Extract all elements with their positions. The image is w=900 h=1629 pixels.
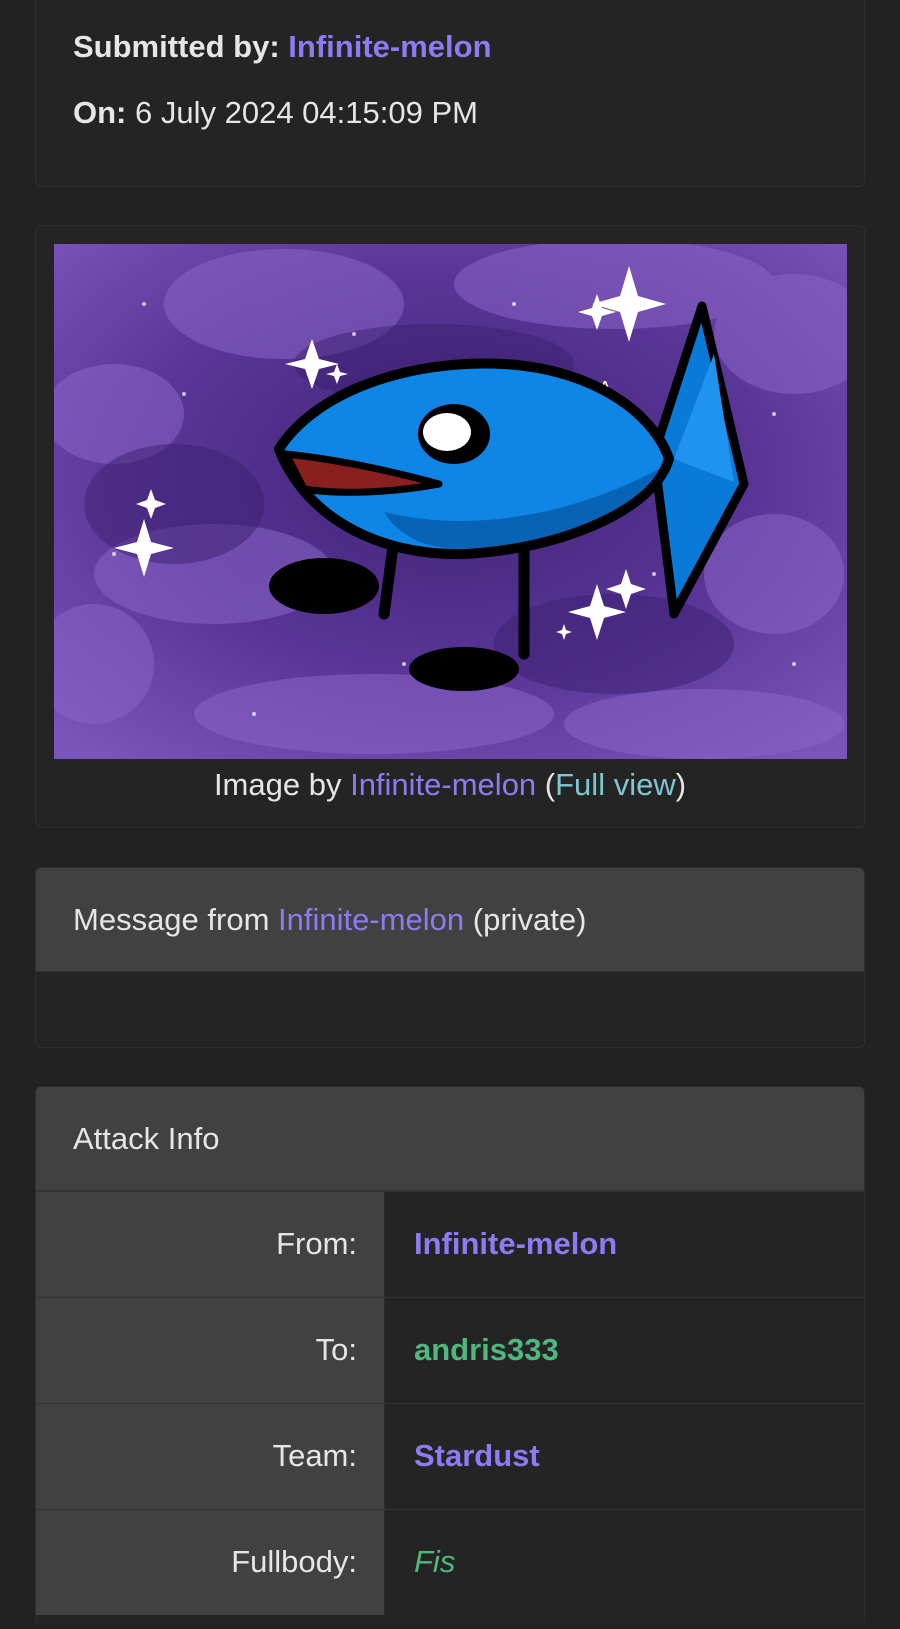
team-label: Team: (36, 1404, 385, 1509)
caption-user-link[interactable]: Infinite-melon (350, 767, 536, 802)
submitted-on-date: 6 July 2024 04:15:09 PM (135, 95, 478, 130)
submitted-on-line: On: 6 July 2024 04:15:09 PM (73, 95, 478, 131)
attack-info-header: Attack Info (36, 1087, 864, 1191)
caption-close-paren: ) (675, 767, 687, 802)
info-row-team: Team: Stardust (36, 1403, 864, 1509)
message-header: Message from Infinite-melon (private) (36, 868, 864, 972)
message-prefix: Message from (73, 902, 270, 937)
full-view-link[interactable]: Full view (555, 767, 676, 802)
from-label: From: (36, 1192, 385, 1297)
info-row-from: From: Infinite-melon (36, 1191, 864, 1297)
attack-info-title: Attack Info (73, 1121, 220, 1156)
from-user-link[interactable]: Infinite-melon (385, 1192, 864, 1297)
message-card: Message from Infinite-melon (private) (35, 867, 865, 1048)
submission-card: Submitted by: Infinite-melon On: 6 July … (35, 0, 865, 187)
info-row-to: To: andris333 (36, 1297, 864, 1403)
submitted-by-label: Submitted by: (73, 29, 280, 64)
to-label: To: (36, 1298, 385, 1403)
submitted-by-user-link[interactable]: Infinite-melon (288, 29, 491, 64)
message-suffix: (private) (472, 902, 587, 937)
image-caption: Image by Infinite-melon (Full view) (36, 767, 864, 803)
attack-info-card: Attack Info From: Infinite-melon To: and… (35, 1086, 865, 1626)
info-row-fullbody: Fullbody: Fis (36, 1509, 864, 1615)
caption-open-paren: ( (544, 767, 556, 802)
image-card: AA Image by Infinite-melon (Full view) (35, 225, 865, 828)
fish-artwork: AA (54, 244, 847, 759)
artwork-image[interactable]: AA (54, 244, 847, 759)
submitted-on-label: On: (73, 95, 127, 130)
fullbody-label: Fullbody: (36, 1510, 385, 1615)
fullbody-value: Fis (385, 1510, 864, 1615)
caption-prefix: Image by (213, 767, 342, 802)
message-user-link[interactable]: Infinite-melon (278, 902, 464, 937)
submitted-by-line: Submitted by: Infinite-melon (73, 29, 492, 65)
to-user-link[interactable]: andris333 (385, 1298, 864, 1403)
team-link[interactable]: Stardust (385, 1404, 864, 1509)
